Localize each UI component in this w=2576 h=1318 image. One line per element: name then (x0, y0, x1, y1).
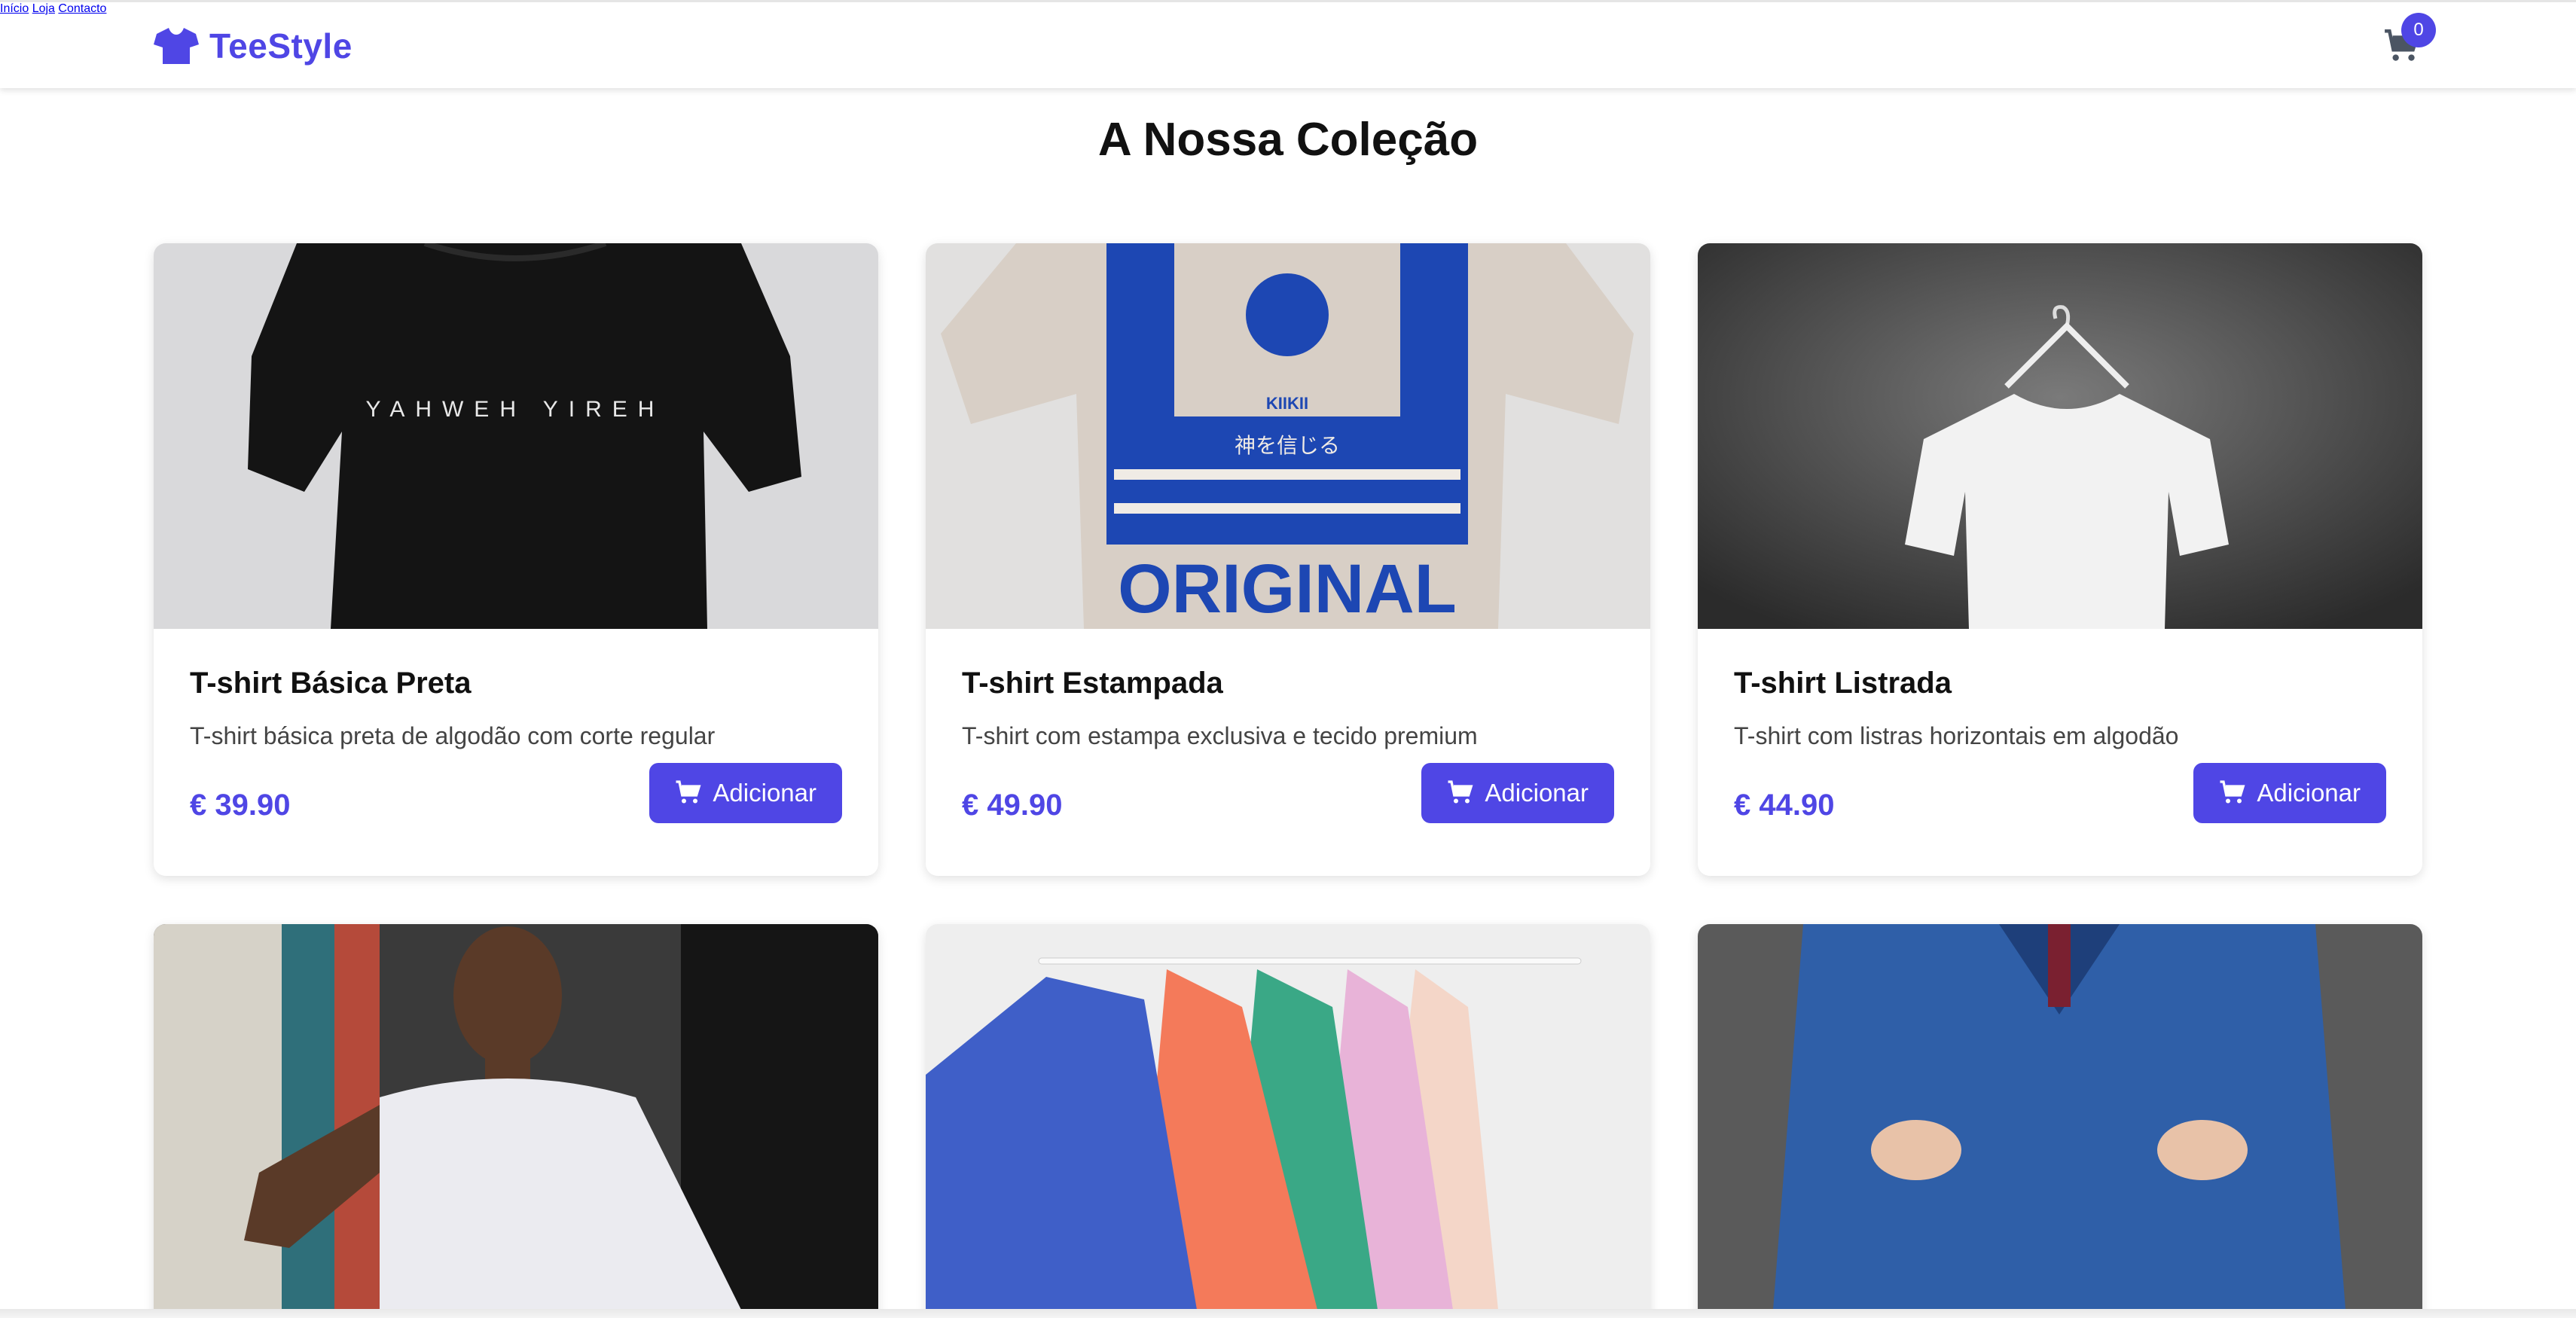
add-button-label: Adicionar (1485, 779, 1589, 807)
svg-text:神を信じる: 神を信じる (1235, 433, 1340, 458)
tshirt-icon (154, 28, 199, 64)
product-name: T-shirt Básica Preta (190, 667, 472, 700)
add-to-cart-button[interactable]: Adicionar (2193, 763, 2386, 823)
product-card: YAHWEH YIREH T-shirt Básica Preta T-shir… (154, 243, 878, 876)
cart-icon (2220, 780, 2245, 804)
nav-link-contacto[interactable]: Contacto (58, 2, 106, 15)
product-card (926, 924, 1650, 1318)
cart-icon (1448, 780, 1473, 804)
cart-count-badge: 0 (2401, 13, 2436, 47)
svg-text:YAHWEH YIREH: YAHWEH YIREH (366, 397, 665, 422)
page-title: A Nossa Coleção (1097, 114, 1479, 166)
add-to-cart-button[interactable]: Adicionar (1421, 763, 1614, 823)
brand-logo[interactable]: TeeStyle (154, 25, 353, 67)
product-name: T-shirt Estampada (962, 667, 1223, 700)
product-price: € 44.90 (1734, 789, 1835, 822)
product-card: KIIKII 神を信じる ORIGINAL T-shirt Estampada … (926, 243, 1650, 876)
product-name: T-shirt Listrada (1734, 667, 1952, 700)
product-image-black-tee[interactable]: YAHWEH YIREH (154, 243, 878, 629)
product-image-graphic-tee[interactable]: KIIKII 神を信じる ORIGINAL (926, 243, 1650, 629)
scroll-edge (0, 1309, 2576, 1318)
add-button-label: Adicionar (2257, 779, 2361, 807)
product-image-white-tee[interactable] (1698, 243, 2422, 629)
product-description: T-shirt básica preta de algodão com cort… (190, 722, 716, 749)
svg-text:KIIKII: KIIKII (1266, 394, 1308, 413)
product-image-model-tee[interactable] (154, 924, 878, 1310)
nav-link-inicio[interactable]: Início (0, 2, 29, 15)
product-price: € 39.90 (190, 789, 291, 822)
nav-link-loja[interactable]: Loja (32, 2, 55, 15)
product-description: T-shirt com estampa exclusiva e tecido p… (962, 722, 1478, 749)
svg-text:ORIGINAL: ORIGINAL (1118, 551, 1457, 627)
product-card: T-shirt Listrada T-shirt com listras hor… (1698, 243, 2422, 876)
site-header: TeeStyle Início Loja Contacto 0 (0, 0, 2576, 88)
product-card (154, 924, 878, 1318)
brand-name: TeeStyle (209, 26, 353, 66)
product-price: € 49.90 (962, 789, 1063, 822)
product-card (1698, 924, 2422, 1318)
add-button-label: Adicionar (713, 779, 816, 807)
product-image-shirts-rack[interactable] (926, 924, 1650, 1310)
product-image-suit[interactable] (1698, 924, 2422, 1310)
add-to-cart-button[interactable]: Adicionar (649, 763, 842, 823)
product-description: T-shirt com listras horizontais em algod… (1734, 722, 2179, 749)
cart-icon (676, 780, 701, 804)
